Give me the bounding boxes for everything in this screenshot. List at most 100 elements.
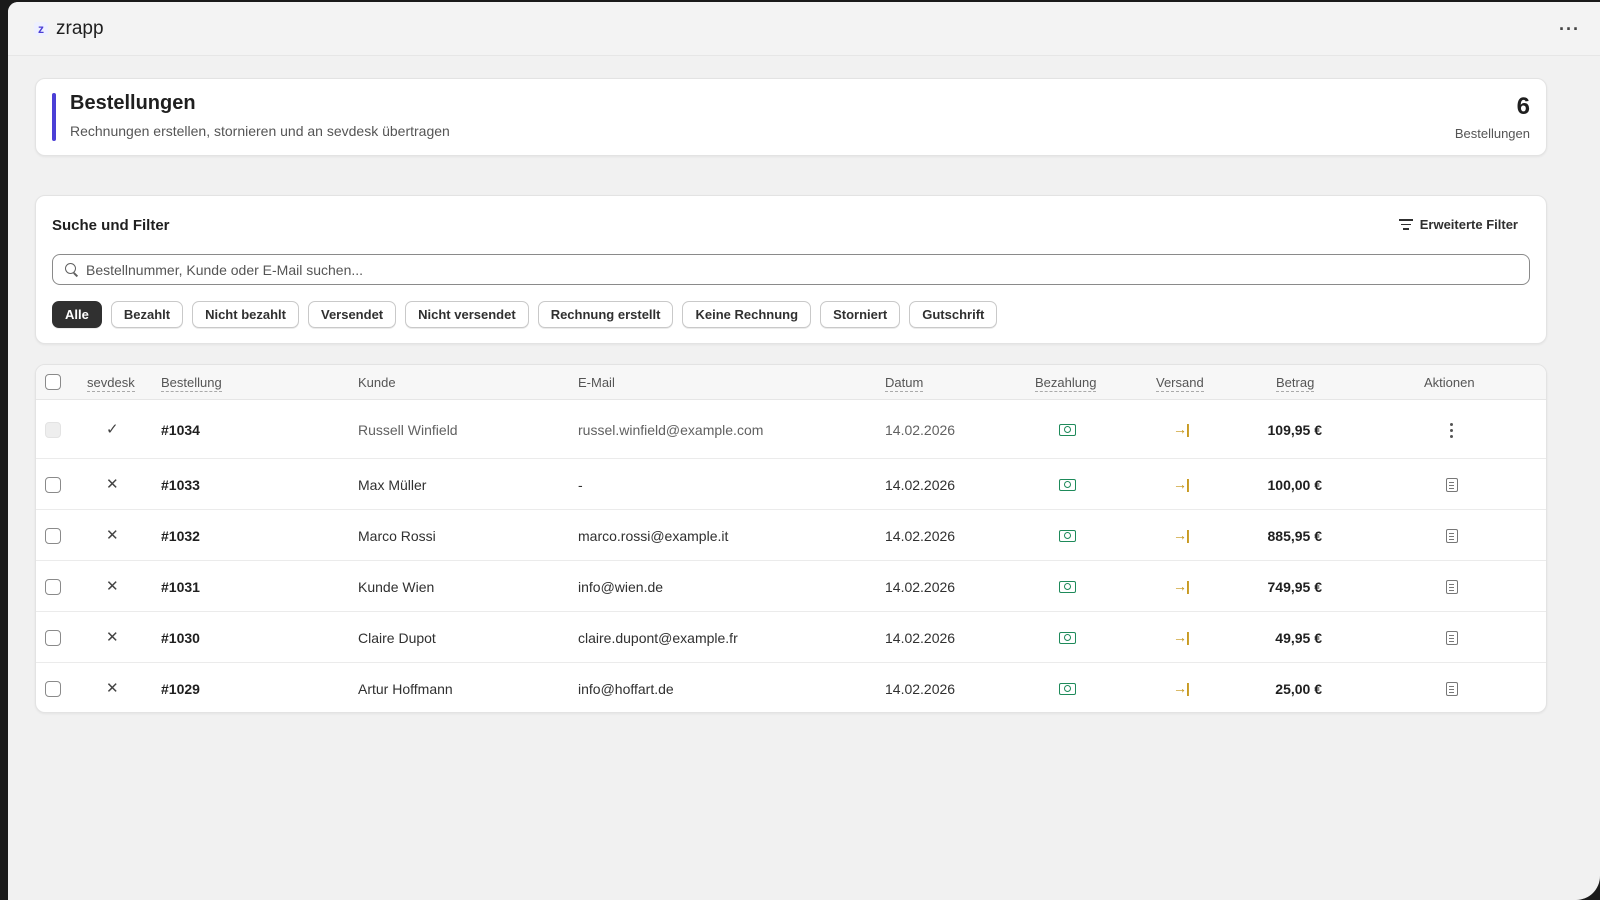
- shipped-icon: →|: [1173, 629, 1190, 645]
- invoice-icon[interactable]: [1446, 529, 1458, 543]
- invoice-icon[interactable]: [1446, 580, 1458, 594]
- filter-chip[interactable]: Gutschrift: [909, 301, 998, 328]
- payment-cash-icon: [1059, 479, 1076, 491]
- filter-chips: Alle Bezahlt Nicht bezahlt Versendet Nicht v…: [52, 301, 998, 328]
- row-checkbox[interactable]: [45, 579, 61, 595]
- column-shipping[interactable]: Versand: [1156, 375, 1204, 392]
- cross-icon: ✕: [106, 680, 119, 697]
- kebab-menu-icon[interactable]: [1450, 423, 1454, 438]
- invoice-icon[interactable]: [1446, 631, 1458, 645]
- search-box[interactable]: [52, 254, 1530, 285]
- column-payment[interactable]: Bezahlung: [1035, 375, 1097, 392]
- table-row[interactable]: ✕ #1032 Marco Rossi marco.rossi@example.it 1…: [36, 510, 1546, 561]
- filter-icon: [1398, 219, 1413, 230]
- order-date: 14.02.2026: [885, 681, 956, 697]
- table-row[interactable]: ✓ #1034 Russell Winfield russel.winfield@ex…: [36, 400, 1546, 459]
- advanced-filter-label: Erweiterte Filter: [1419, 217, 1518, 232]
- row-checkbox[interactable]: [45, 681, 61, 697]
- filter-chip[interactable]: Keine Rechnung: [682, 301, 812, 328]
- invoice-icon[interactable]: [1446, 682, 1458, 696]
- table-row[interactable]: ✕ #1030 Claire Dupot claire.dupont@example.…: [36, 612, 1546, 663]
- row-checkbox[interactable]: [45, 528, 61, 544]
- order-date: 14.02.2026: [885, 528, 956, 544]
- order-count: 6: [1516, 93, 1530, 120]
- zrapp-logo-icon: z: [34, 21, 48, 36]
- customer-name: Marco Rossi: [358, 528, 436, 544]
- order-date: 14.02.2026: [885, 630, 956, 646]
- filter-chip[interactable]: Nicht bezahlt: [192, 301, 299, 328]
- filter-chip[interactable]: Bezahlt: [110, 301, 184, 328]
- column-email: E-Mail: [578, 375, 615, 390]
- table-row[interactable]: ✕ #1033 Max Müller - 14.02.2026 →| 100,00 €: [36, 459, 1546, 510]
- customer-email: russel.winfield@example.com: [578, 422, 764, 438]
- row-checkbox[interactable]: [45, 630, 61, 646]
- customer-name: Max Müller: [358, 477, 427, 493]
- filter-chip[interactable]: Alle: [52, 301, 102, 328]
- cross-icon: ✕: [106, 527, 119, 544]
- column-date[interactable]: Datum: [885, 375, 924, 392]
- brand: z zrapp: [34, 18, 104, 40]
- shipped-icon: →|: [1173, 680, 1190, 696]
- accent-bar: [52, 93, 56, 141]
- order-count-label: Bestellungen: [1454, 126, 1530, 141]
- filter-section-title: Suche und Filter: [52, 217, 170, 234]
- shipped-icon: →|: [1173, 578, 1190, 594]
- select-all-checkbox[interactable]: [45, 374, 61, 390]
- page-header-card: Bestellungen Rechnungen erstellen, storn…: [35, 78, 1547, 156]
- advanced-filter-button[interactable]: Erweiterte Filter: [1398, 217, 1518, 232]
- filter-chip[interactable]: Storniert: [820, 301, 901, 328]
- app-bar: z zrapp ···: [8, 2, 1600, 56]
- search-input[interactable]: [86, 261, 1486, 278]
- customer-email: info@hoffart.de: [578, 681, 674, 697]
- column-amount[interactable]: Betrag: [1276, 375, 1315, 392]
- orders-table: sevdesk Bestellung Kunde E-Mail Datum Be…: [35, 364, 1547, 713]
- order-number[interactable]: #1031: [161, 579, 200, 595]
- table-header: sevdesk Bestellung Kunde E-Mail Datum Be…: [36, 365, 1546, 400]
- column-sevdesk[interactable]: sevdesk: [87, 375, 135, 392]
- cross-icon: ✕: [106, 476, 119, 493]
- customer-name: Claire Dupot: [358, 630, 436, 646]
- payment-cash-icon: [1059, 581, 1076, 593]
- order-date: 14.02.2026: [885, 422, 956, 438]
- customer-email: claire.dupont@example.fr: [578, 630, 738, 646]
- order-number[interactable]: #1030: [161, 630, 200, 646]
- filter-chip[interactable]: Nicht versendet: [405, 301, 529, 328]
- column-customer: Kunde: [358, 375, 396, 390]
- page-title: Bestellungen: [70, 92, 196, 114]
- column-order[interactable]: Bestellung: [161, 375, 222, 392]
- payment-cash-icon: [1059, 530, 1076, 542]
- order-amount: 49,95 €: [1275, 630, 1322, 646]
- search-icon: [65, 263, 78, 276]
- customer-email: -: [578, 477, 583, 493]
- order-amount: 885,95 €: [1267, 528, 1323, 544]
- invoice-icon[interactable]: [1446, 478, 1458, 492]
- row-checkbox[interactable]: [45, 477, 61, 493]
- order-number[interactable]: #1032: [161, 528, 200, 544]
- shipped-icon: →|: [1173, 527, 1190, 543]
- customer-name: Russell Winfield: [358, 422, 458, 438]
- shipped-icon: →|: [1173, 476, 1190, 492]
- filter-chip[interactable]: Versendet: [307, 301, 397, 328]
- order-number[interactable]: #1029: [161, 681, 200, 697]
- customer-name: Kunde Wien: [358, 579, 435, 595]
- order-number[interactable]: #1034: [161, 422, 200, 438]
- table-row[interactable]: ✕ #1029 Artur Hoffmann info@hoffart.de 14.02…: [36, 663, 1546, 712]
- order-amount: 25,00 €: [1275, 681, 1322, 697]
- cross-icon: ✕: [106, 578, 119, 595]
- page-subtitle: Rechnungen erstellen, stornieren und an …: [70, 123, 450, 139]
- filter-chip[interactable]: Rechnung erstellt: [537, 301, 674, 328]
- cross-icon: ✕: [106, 629, 119, 646]
- order-date: 14.02.2026: [885, 477, 956, 493]
- order-number[interactable]: #1033: [161, 477, 200, 493]
- customer-email: marco.rossi@example.it: [578, 528, 729, 544]
- table-row[interactable]: ✕ #1031 Kunde Wien info@wien.de 14.02.2026 →|…: [36, 561, 1546, 612]
- more-options-icon[interactable]: ···: [1559, 20, 1580, 38]
- payment-cash-icon: [1059, 632, 1076, 644]
- search-filter-card: Suche und Filter Erweiterte Filter Alle B…: [35, 195, 1547, 344]
- column-actions: Aktionen: [1424, 375, 1475, 390]
- payment-cash-icon: [1059, 424, 1076, 436]
- order-amount: 100,00 €: [1267, 477, 1323, 493]
- customer-email: info@wien.de: [578, 579, 664, 595]
- customer-name: Artur Hoffmann: [358, 681, 453, 697]
- shipped-icon: →|: [1173, 421, 1190, 437]
